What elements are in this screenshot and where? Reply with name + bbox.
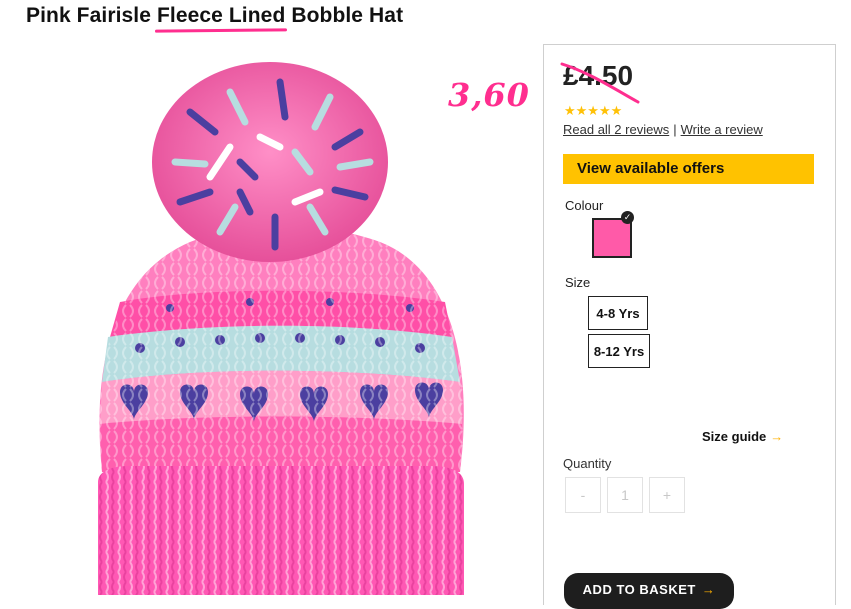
- add-to-basket-button[interactable]: ADD TO BASKET →: [564, 573, 734, 609]
- product-title: Pink Fairisle Fleece Lined Bobble Hat: [26, 4, 403, 28]
- read-reviews-link[interactable]: Read all 2 reviews: [563, 122, 669, 137]
- colour-swatch-pink[interactable]: [592, 218, 632, 258]
- selected-check-icon: ✓: [621, 211, 634, 224]
- rating-stars: ★★★★★: [564, 103, 623, 118]
- size-option-8-12[interactable]: 8-12 Yrs: [588, 334, 650, 368]
- reviews-row: Read all 2 reviews | Write a review: [563, 122, 763, 137]
- reviews-separator: |: [673, 122, 677, 137]
- quantity-input[interactable]: 1: [607, 477, 643, 513]
- title-text-end: Bobble Hat: [285, 4, 404, 27]
- colour-label: Colour: [565, 198, 604, 213]
- product-image: [80, 52, 480, 595]
- size-guide-link[interactable]: Size guide →: [702, 429, 783, 444]
- size-guide-label: Size guide: [702, 429, 767, 444]
- handwritten-price-annotation: 3,60: [448, 76, 530, 114]
- write-review-link[interactable]: Write a review: [681, 122, 763, 137]
- quantity-increase-button[interactable]: +: [649, 477, 685, 513]
- size-option-4-8[interactable]: 4-8 Yrs: [588, 296, 648, 330]
- arrow-right-icon: →: [770, 429, 784, 444]
- original-price: £4.50: [563, 60, 634, 91]
- bobble-hat-image: [98, 62, 464, 595]
- title-text-emphasis: Fleece Lined: [156, 4, 286, 27]
- view-offers-button[interactable]: View available offers: [563, 154, 814, 184]
- quantity-label: Quantity: [563, 456, 612, 471]
- size-label: Size: [565, 275, 591, 290]
- quantity-decrease-button[interactable]: -: [565, 477, 601, 513]
- title-text-start: Pink Fairisle: [26, 4, 157, 27]
